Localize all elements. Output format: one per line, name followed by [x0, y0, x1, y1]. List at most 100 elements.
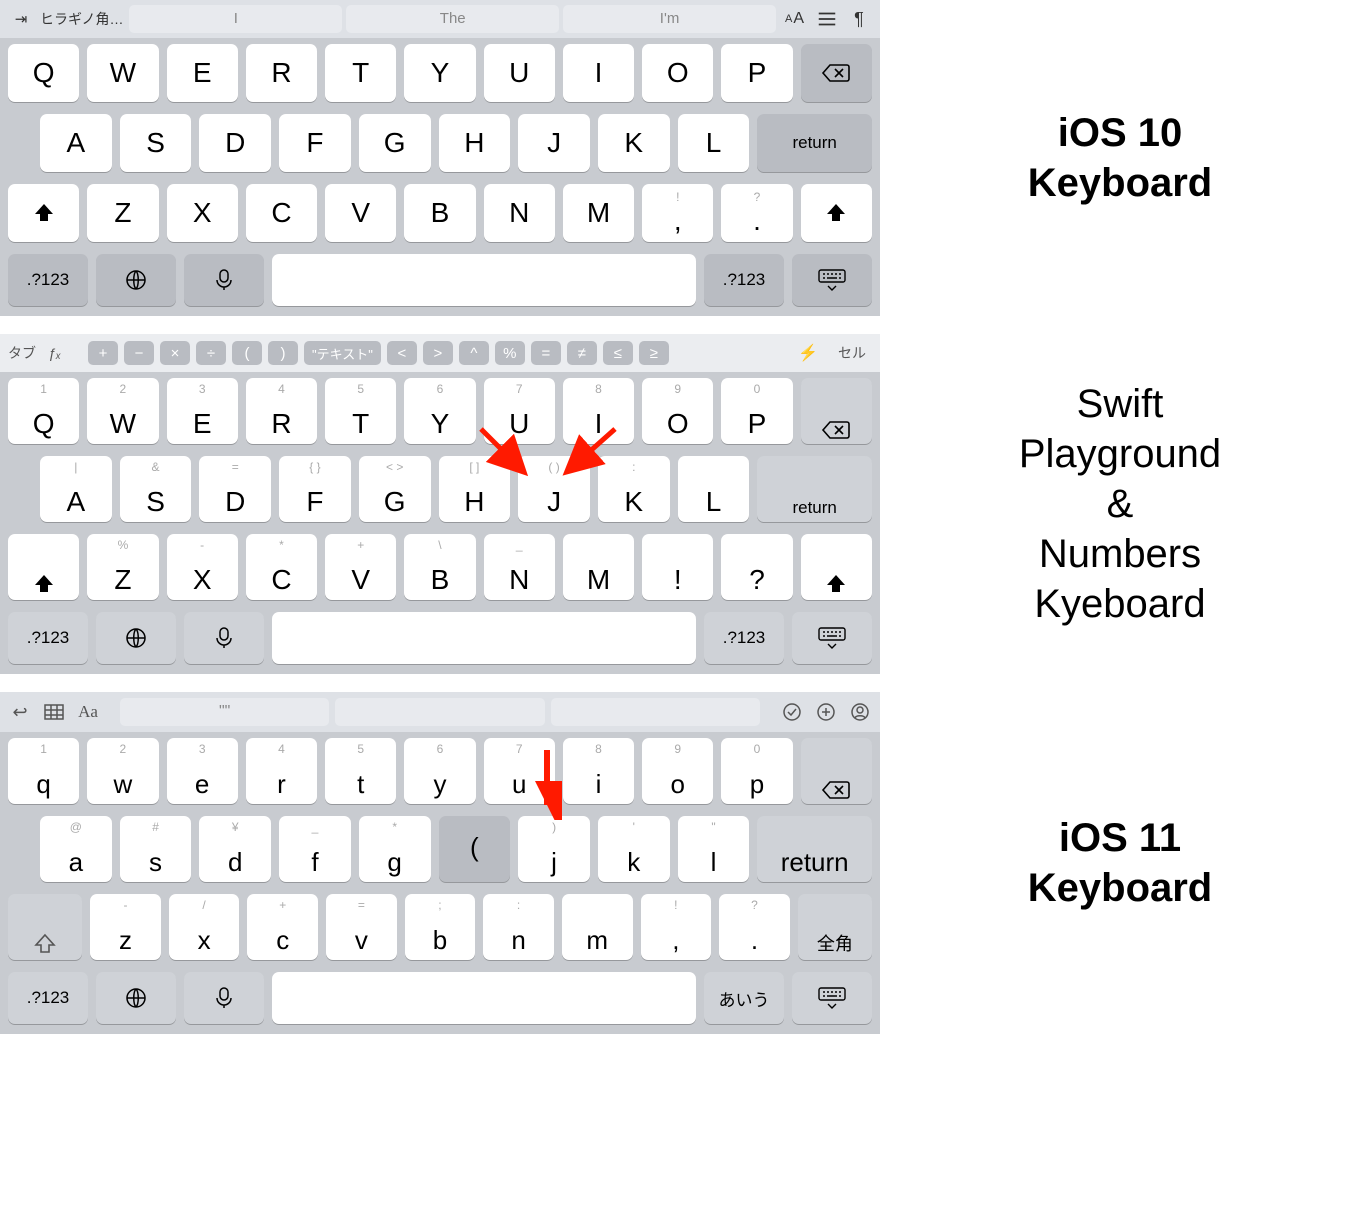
- key-period[interactable]: ?.: [719, 894, 790, 960]
- chip-caret[interactable]: ^: [459, 341, 489, 365]
- globe-key[interactable]: [96, 254, 176, 306]
- key-h-active[interactable]: (: [439, 816, 511, 882]
- bolt-icon[interactable]: ⚡: [798, 343, 832, 363]
- key-w[interactable]: W: [87, 44, 158, 102]
- key-g[interactable]: *g: [359, 816, 431, 882]
- mic-key[interactable]: [184, 612, 264, 664]
- numbers-key[interactable]: .?123: [704, 254, 784, 306]
- key-p[interactable]: P: [721, 44, 792, 102]
- key-n[interactable]: N: [484, 184, 555, 242]
- mic-key[interactable]: [184, 972, 264, 1024]
- key-k[interactable]: 'k: [598, 816, 670, 882]
- chip-ge[interactable]: ≥: [639, 341, 669, 365]
- shift-key[interactable]: [801, 534, 872, 600]
- chip-minus[interactable]: −: [124, 341, 154, 365]
- suggestion[interactable]: "": [120, 698, 329, 726]
- key-s[interactable]: &S: [120, 456, 192, 522]
- kana-key[interactable]: あいう: [704, 972, 784, 1024]
- suggestion[interactable]: The: [346, 5, 559, 33]
- key-f[interactable]: _f: [279, 816, 351, 882]
- chip-neq[interactable]: ≠: [567, 341, 597, 365]
- key-n[interactable]: :n: [483, 894, 554, 960]
- key-exclaim[interactable]: !: [642, 534, 713, 600]
- key-j[interactable]: J: [518, 114, 590, 172]
- chip-le[interactable]: ≤: [603, 341, 633, 365]
- key-period[interactable]: ?.: [721, 184, 792, 242]
- chip-lparen[interactable]: (: [232, 341, 262, 365]
- key-m[interactable]: m: [562, 894, 633, 960]
- dismiss-keyboard-key[interactable]: [792, 612, 872, 664]
- mic-key[interactable]: [184, 254, 264, 306]
- return-key[interactable]: return: [757, 456, 872, 522]
- chip-rparen[interactable]: ): [268, 341, 298, 365]
- key-b[interactable]: B: [404, 184, 475, 242]
- backspace-key[interactable]: [801, 738, 872, 804]
- numbers-key[interactable]: .?123: [8, 972, 88, 1024]
- key-d[interactable]: ¥d: [199, 816, 271, 882]
- tab-label[interactable]: タブ: [8, 343, 42, 363]
- key-s[interactable]: #s: [120, 816, 192, 882]
- key-x[interactable]: /x: [169, 894, 240, 960]
- plus-circle-icon[interactable]: [814, 700, 838, 724]
- key-g[interactable]: G: [359, 114, 431, 172]
- fx-label[interactable]: ƒₓ: [48, 345, 82, 361]
- key-l[interactable]: L: [678, 456, 750, 522]
- backspace-key[interactable]: [801, 378, 872, 444]
- key-o[interactable]: 9o: [642, 738, 713, 804]
- key-c[interactable]: C: [246, 184, 317, 242]
- key-w[interactable]: 2W: [87, 378, 158, 444]
- numbers-key[interactable]: .?123: [8, 254, 88, 306]
- paragraph-icon[interactable]: ¶: [846, 6, 872, 32]
- key-i[interactable]: 8i: [563, 738, 634, 804]
- chip-times[interactable]: ×: [160, 341, 190, 365]
- key-a[interactable]: A: [40, 114, 112, 172]
- key-g[interactable]: < >G: [359, 456, 431, 522]
- key-y[interactable]: 6Y: [404, 378, 475, 444]
- key-m[interactable]: M: [563, 534, 634, 600]
- key-r[interactable]: 4R: [246, 378, 317, 444]
- key-l[interactable]: "l: [678, 816, 750, 882]
- dismiss-keyboard-key[interactable]: [792, 972, 872, 1024]
- key-e[interactable]: 3E: [167, 378, 238, 444]
- key-u[interactable]: U: [484, 44, 555, 102]
- key-s[interactable]: S: [120, 114, 192, 172]
- table-icon[interactable]: [42, 700, 66, 724]
- key-l[interactable]: L: [678, 114, 750, 172]
- tab-icon[interactable]: ⇥: [8, 6, 34, 32]
- chip-div[interactable]: ÷: [196, 341, 226, 365]
- key-x[interactable]: -X: [167, 534, 238, 600]
- key-a[interactable]: @a: [40, 816, 112, 882]
- textsize-icon[interactable]: AA: [782, 6, 808, 32]
- key-z[interactable]: %Z: [87, 534, 158, 600]
- space-key[interactable]: [272, 612, 696, 664]
- numbers-key[interactable]: .?123: [8, 612, 88, 664]
- key-m[interactable]: M: [563, 184, 634, 242]
- globe-key[interactable]: [96, 612, 176, 664]
- chip-lt[interactable]: <: [387, 341, 417, 365]
- suggestion[interactable]: [335, 698, 544, 726]
- key-f[interactable]: { }F: [279, 456, 351, 522]
- key-v[interactable]: +V: [325, 534, 396, 600]
- key-q[interactable]: 1q: [8, 738, 79, 804]
- key-p[interactable]: 0p: [721, 738, 792, 804]
- key-t[interactable]: T: [325, 44, 396, 102]
- key-comma[interactable]: !,: [641, 894, 712, 960]
- chip-text[interactable]: "テキスト": [304, 341, 381, 365]
- key-x[interactable]: X: [167, 184, 238, 242]
- key-h[interactable]: H: [439, 114, 511, 172]
- key-e[interactable]: E: [167, 44, 238, 102]
- check-circle-icon[interactable]: [780, 700, 804, 724]
- key-j[interactable]: )j: [518, 816, 590, 882]
- key-i[interactable]: I: [563, 44, 634, 102]
- key-v[interactable]: V: [325, 184, 396, 242]
- return-key[interactable]: return: [757, 114, 872, 172]
- key-t[interactable]: 5t: [325, 738, 396, 804]
- key-y[interactable]: Y: [404, 44, 475, 102]
- shift-key[interactable]: [8, 894, 82, 960]
- font-name[interactable]: ヒラギノ角…: [40, 9, 123, 29]
- dismiss-keyboard-key[interactable]: [792, 254, 872, 306]
- key-c[interactable]: *C: [246, 534, 317, 600]
- key-y[interactable]: 6y: [404, 738, 475, 804]
- key-n[interactable]: _N: [484, 534, 555, 600]
- key-q[interactable]: Q: [8, 44, 79, 102]
